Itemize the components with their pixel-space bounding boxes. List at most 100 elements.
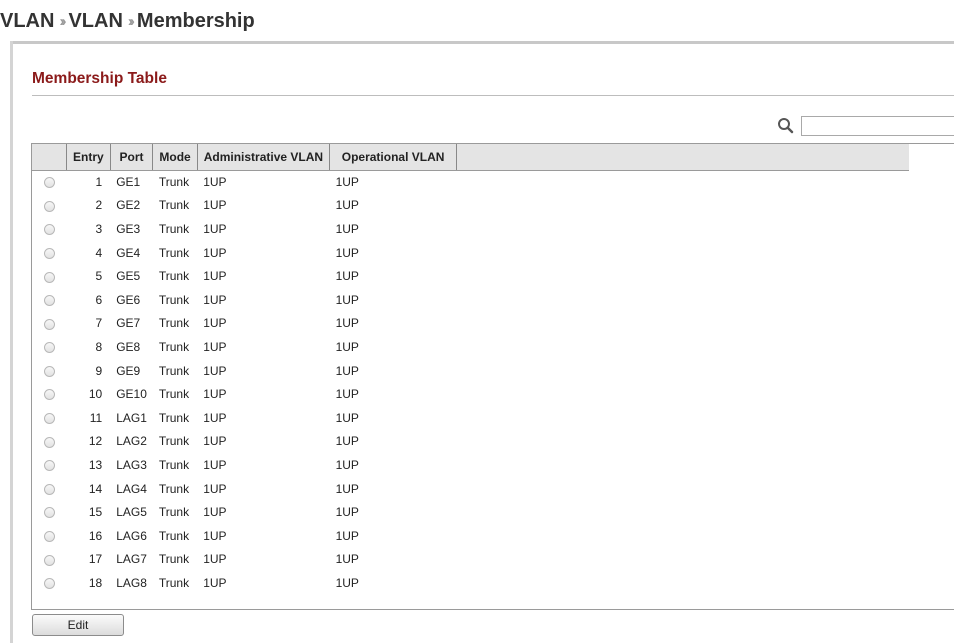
- cell-mode: Trunk: [158, 387, 190, 402]
- table-row[interactable]: 10 GE10 Trunk 1UP 1UP: [32, 382, 909, 406]
- cell-entry: 1: [95, 175, 103, 190]
- row-select-radio[interactable]: [43, 436, 55, 448]
- row-select-radio[interactable]: [43, 295, 55, 307]
- table-row[interactable]: 9 GE9 Trunk 1UP 1UP: [32, 359, 909, 383]
- cell-mode: Trunk: [158, 198, 190, 213]
- edit-button[interactable]: Edit: [32, 614, 124, 636]
- table-row[interactable]: 4 GE4 Trunk 1UP 1UP: [32, 241, 909, 265]
- cell-oper-vlan: 1UP: [335, 552, 359, 567]
- cell-filler: [457, 217, 910, 241]
- cell-oper-vlan: 1UP: [335, 363, 359, 378]
- table-row[interactable]: 6 GE6 Trunk 1UP 1UP: [32, 288, 909, 312]
- breadcrumb-item-vlan[interactable]: VLAN: [0, 10, 54, 33]
- column-header-admin-vlan[interactable]: Administrative VLAN: [197, 144, 331, 171]
- breadcrumb-item-vlan-sub[interactable]: VLAN: [68, 10, 122, 33]
- row-select-cell: [32, 382, 67, 406]
- table-row[interactable]: 7 GE7 Trunk 1UP 1UP: [32, 312, 909, 336]
- search-input[interactable]: [801, 116, 954, 136]
- cell-filler: [457, 500, 910, 524]
- table-row[interactable]: 11 LAG1 Trunk 1UP 1UP: [32, 406, 909, 430]
- cell-port: LAG5: [116, 505, 147, 520]
- row-select-cell: [32, 194, 67, 218]
- row-select-radio[interactable]: [43, 342, 55, 354]
- table-row[interactable]: 5 GE5 Trunk 1UP 1UP: [32, 264, 909, 288]
- cell-port: GE4: [116, 245, 141, 260]
- cell-filler: [457, 524, 910, 548]
- search-icon: [778, 118, 794, 134]
- table-row[interactable]: 2 GE2 Trunk 1UP 1UP: [32, 194, 909, 218]
- table-row[interactable]: 16 LAG6 Trunk 1UP 1UP: [32, 524, 909, 548]
- row-select-radio[interactable]: [43, 483, 55, 495]
- row-select-radio[interactable]: [43, 224, 55, 236]
- table-row[interactable]: 17 LAG7 Trunk 1UP 1UP: [32, 548, 909, 572]
- cell-mode: Trunk: [158, 292, 190, 307]
- cell-admin-vlan: 1UP: [203, 339, 227, 354]
- row-select-radio[interactable]: [43, 531, 55, 543]
- cell-filler: [457, 264, 910, 288]
- row-select-radio[interactable]: [43, 578, 55, 590]
- section-divider: [32, 95, 954, 96]
- cell-entry: 9: [95, 363, 103, 378]
- row-select-radio[interactable]: [43, 389, 55, 401]
- column-header-entry[interactable]: Entry: [66, 144, 111, 171]
- table-row[interactable]: 1 GE1 Trunk 1UP 1UP: [32, 170, 909, 194]
- row-select-radio[interactable]: [43, 271, 55, 283]
- cell-filler: [457, 430, 910, 454]
- cell-oper-vlan: 1UP: [335, 316, 359, 331]
- cell-entry: 16: [88, 528, 103, 543]
- cell-filler: [457, 453, 910, 477]
- column-header-oper-vlan[interactable]: Operational VLAN: [329, 144, 458, 171]
- cell-filler: [457, 335, 910, 359]
- table-row[interactable]: 15 LAG5 Trunk 1UP 1UP: [32, 500, 909, 524]
- cell-mode: Trunk: [158, 528, 190, 543]
- cell-admin-vlan: 1UP: [203, 481, 227, 496]
- cell-admin-vlan: 1UP: [203, 387, 227, 402]
- table-row[interactable]: 18 LAG8 Trunk 1UP 1UP: [32, 571, 909, 595]
- cell-mode: Trunk: [158, 457, 190, 472]
- cell-oper-vlan: 1UP: [335, 245, 359, 260]
- breadcrumb: VLAN ›› VLAN ›› Membership: [0, 10, 255, 33]
- cell-port: LAG3: [116, 457, 147, 472]
- cell-admin-vlan: 1UP: [203, 434, 227, 449]
- cell-entry: 8: [95, 339, 103, 354]
- row-select-cell: [32, 312, 67, 336]
- table-row[interactable]: 3 GE3 Trunk 1UP 1UP: [32, 217, 909, 241]
- cell-mode: Trunk: [158, 363, 190, 378]
- cell-admin-vlan: 1UP: [203, 528, 227, 543]
- cell-oper-vlan: 1UP: [335, 528, 359, 543]
- cell-mode: Trunk: [158, 245, 190, 260]
- table-row[interactable]: 8 GE8 Trunk 1UP 1UP: [32, 335, 909, 359]
- row-select-radio[interactable]: [43, 554, 55, 566]
- cell-oper-vlan: 1UP: [335, 387, 359, 402]
- cell-admin-vlan: 1UP: [203, 221, 227, 236]
- cell-mode: Trunk: [158, 175, 190, 190]
- row-select-radio[interactable]: [43, 177, 55, 189]
- cell-entry: 7: [95, 316, 103, 331]
- cell-admin-vlan: 1UP: [203, 198, 227, 213]
- row-select-radio[interactable]: [43, 507, 55, 519]
- cell-oper-vlan: 1UP: [335, 457, 359, 472]
- row-select-cell: [32, 524, 67, 548]
- cell-admin-vlan: 1UP: [203, 175, 227, 190]
- cell-port: GE5: [116, 269, 141, 284]
- column-header-port[interactable]: Port: [110, 144, 154, 171]
- row-select-radio[interactable]: [43, 365, 55, 377]
- row-select-radio[interactable]: [43, 200, 55, 212]
- cell-entry: 5: [95, 269, 103, 284]
- row-select-radio[interactable]: [43, 460, 55, 472]
- row-select-radio[interactable]: [43, 413, 55, 425]
- cell-port: GE8: [116, 339, 141, 354]
- cell-port: LAG7: [116, 552, 147, 567]
- table-row[interactable]: 13 LAG3 Trunk 1UP 1UP: [32, 453, 909, 477]
- cell-oper-vlan: 1UP: [335, 410, 359, 425]
- cell-port: GE9: [116, 363, 141, 378]
- cell-admin-vlan: 1UP: [203, 316, 227, 331]
- row-select-radio[interactable]: [43, 247, 55, 259]
- row-select-cell: [32, 335, 67, 359]
- column-header-mode[interactable]: Mode: [152, 144, 198, 171]
- table-row[interactable]: 12 LAG2 Trunk 1UP 1UP: [32, 430, 909, 454]
- table-row[interactable]: 14 LAG4 Trunk 1UP 1UP: [32, 477, 909, 501]
- row-select-cell: [32, 241, 67, 265]
- cell-filler: [457, 477, 910, 501]
- row-select-radio[interactable]: [43, 318, 55, 330]
